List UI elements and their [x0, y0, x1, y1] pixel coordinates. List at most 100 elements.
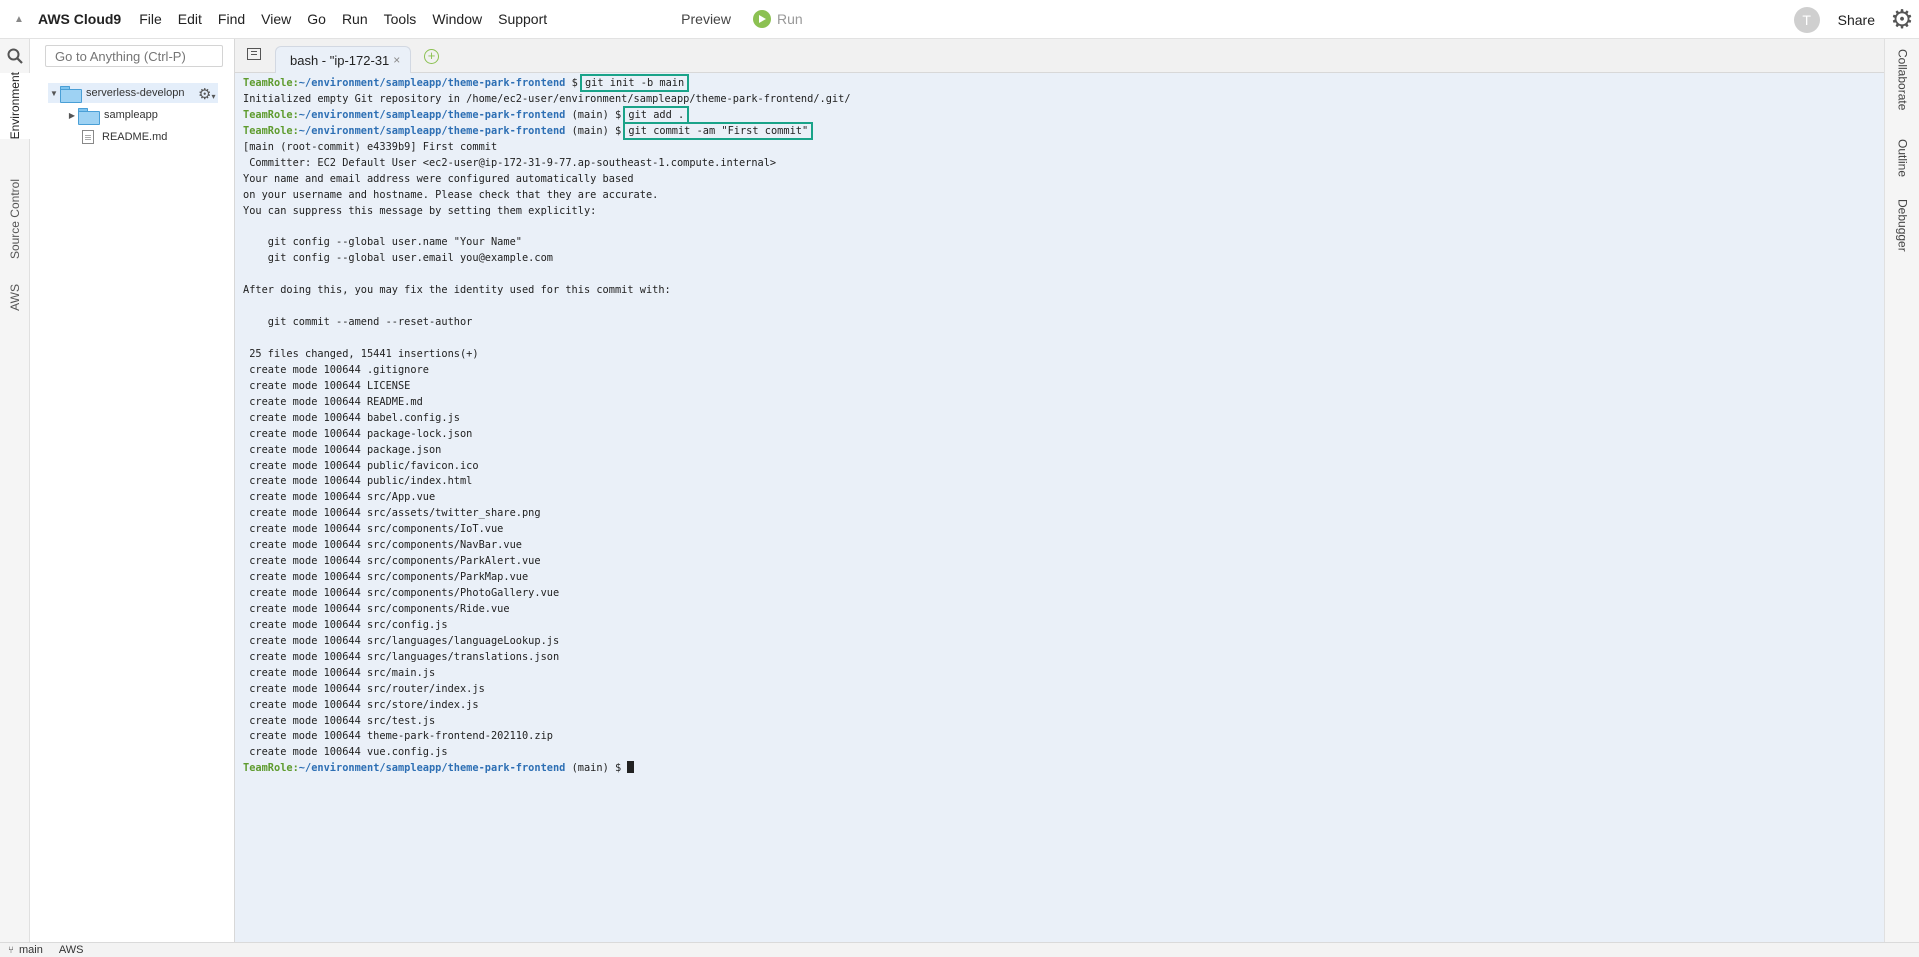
terminal-output-line: create mode 100644 vue.config.js: [243, 746, 448, 759]
avatar[interactable]: T: [1793, 6, 1820, 33]
tab-collaborate[interactable]: Collaborate: [1885, 49, 1919, 119]
tree-root-folder[interactable]: ▼ serverless-developn: [48, 83, 218, 103]
menu-run[interactable]: Run: [334, 0, 376, 39]
terminal-output-line: create mode 100644 src/store/index.js: [243, 698, 479, 711]
terminal-output-line: Committer: EC2 Default User <ec2-user@ip…: [243, 156, 777, 169]
terminal-output-line: create mode 100644 README.md: [243, 395, 423, 408]
file-tree-panel: ▼ serverless-developn ⚙▾ ▶ sampleapp REA…: [30, 39, 235, 942]
git-branch-icon: ⑂: [8, 944, 14, 956]
terminal-cursor: [627, 761, 635, 774]
toggle-panel-icon[interactable]: [247, 48, 261, 60]
collapse-menu-icon[interactable]: ▲: [0, 0, 38, 39]
terminal-output-line: create mode 100644 .gitignore: [243, 363, 429, 376]
terminal-output-line: create mode 100644 LICENSE: [243, 379, 411, 392]
tab-aws[interactable]: AWS: [0, 279, 30, 315]
terminal-prompt-line: TeamRole:~/environment/sampleapp/theme-p…: [243, 105, 1876, 124]
preferences-gear-icon[interactable]: ⚙: [1885, 0, 1919, 39]
left-side-bar: Environment Source Control AWS: [0, 39, 30, 942]
tab-environment[interactable]: Environment: [0, 72, 30, 140]
tree-item-label: sampleapp: [104, 109, 158, 121]
prompt-path: ~/environment/sampleapp/theme-park-front…: [298, 762, 566, 775]
prompt-role: TeamRole:: [243, 124, 299, 137]
terminal-output-line: create mode 100644 theme-park-frontend-2…: [243, 730, 553, 743]
terminal-output-line: create mode 100644 src/languages/transla…: [243, 650, 560, 663]
tab-aws-label: AWS: [8, 283, 22, 311]
terminal-prompt-line: TeamRole:~/environment/sampleapp/theme-p…: [243, 121, 1876, 140]
prompt-path: ~/environment/sampleapp/theme-park-front…: [298, 124, 566, 137]
terminal-output-line: create mode 100644 package-lock.json: [243, 427, 473, 440]
tab-debugger[interactable]: Debugger: [1885, 199, 1919, 259]
expand-arrow-icon[interactable]: ▼: [48, 89, 60, 98]
terminal-output-line: After doing this, you may fix the identi…: [243, 284, 671, 297]
menu-go[interactable]: Go: [299, 0, 334, 39]
menu-support[interactable]: Support: [490, 0, 555, 39]
tree-settings-gear-icon[interactable]: ⚙▾: [198, 85, 215, 103]
terminal-output-line: git config --global user.email you@examp…: [243, 252, 553, 265]
status-branch[interactable]: main: [19, 944, 43, 956]
menu-tools[interactable]: Tools: [376, 0, 425, 39]
terminal-output-line: create mode 100644 src/components/NavBar…: [243, 539, 522, 552]
tree-item-sampleapp[interactable]: ▶ sampleapp: [66, 105, 158, 125]
terminal-output-line: create mode 100644 src/components/Ride.v…: [243, 602, 510, 615]
tab-bash-terminal[interactable]: bash - "ip-172-31 ×: [275, 46, 411, 73]
tab-environment-label: Environment: [7, 72, 22, 140]
share-button[interactable]: Share: [1838, 12, 1875, 28]
file-icon: [82, 130, 94, 144]
terminal-prompt-line: TeamRole:~/environment/sampleapp/theme-p…: [243, 74, 1876, 92]
terminal-output-line: create mode 100644 src/config.js: [243, 618, 448, 631]
tab-source-control[interactable]: Source Control: [0, 173, 30, 265]
collapsed-arrow-icon[interactable]: ▶: [66, 111, 78, 120]
menu-file[interactable]: File: [131, 0, 170, 39]
tab-outline[interactable]: Outline: [1885, 139, 1919, 184]
terminal-output-line: create mode 100644 babel.config.js: [243, 411, 460, 424]
terminal-output-line: Your name and email address were configu…: [243, 172, 634, 185]
right-side-bar: Collaborate Outline Debugger: [1884, 39, 1919, 942]
status-aws[interactable]: AWS: [59, 944, 84, 956]
terminal-output-line: create mode 100644 src/main.js: [243, 666, 436, 679]
tree-root-label: serverless-developn: [86, 87, 185, 99]
prompt-branch: (main): [565, 124, 609, 137]
terminal-output[interactable]: TeamRole:~/environment/sampleapp/theme-p…: [235, 73, 1884, 942]
tab-outline-label: Outline: [1895, 139, 1910, 178]
terminal-output-line: [main (root-commit) e4339b9] First commi…: [243, 140, 498, 153]
preview-button[interactable]: Preview: [681, 11, 731, 27]
tree-item-label: README.md: [102, 131, 168, 143]
prompt-dollar: $: [608, 762, 628, 775]
terminal-output-line: create mode 100644 src/components/ParkMa…: [243, 571, 529, 584]
menu-find[interactable]: Find: [210, 0, 253, 39]
terminal-output-line: create mode 100644 src/App.vue: [243, 491, 436, 504]
tab-label: bash - "ip-172-31: [290, 52, 390, 68]
prompt-path: ~/environment/sampleapp/theme-park-front…: [298, 77, 566, 89]
menu-edit[interactable]: Edit: [170, 0, 210, 39]
terminal-output-line: create mode 100644 src/assets/twitter_sh…: [243, 507, 541, 520]
run-button[interactable]: Run: [752, 10, 803, 28]
editor-tab-bar: bash - "ip-172-31 × +: [235, 39, 1884, 73]
folder-icon: [78, 107, 100, 125]
terminal-output-line: You can suppress this message by setting…: [243, 204, 597, 217]
add-tab-plus-icon[interactable]: +: [424, 49, 439, 64]
menu-window[interactable]: Window: [424, 0, 490, 39]
go-to-anything-input[interactable]: [45, 45, 223, 67]
tree-item-readme[interactable]: README.md: [82, 127, 167, 147]
menu-view[interactable]: View: [253, 0, 299, 39]
terminal-output-line: create mode 100644 src/components/ParkAl…: [243, 555, 541, 568]
terminal-output-line: create mode 100644 src/router/index.js: [243, 682, 485, 695]
brand-title[interactable]: AWS Cloud9: [38, 11, 121, 27]
terminal-output-line: Initialized empty Git repository in /hom…: [243, 92, 851, 105]
search-icon[interactable]: [0, 39, 30, 73]
close-icon[interactable]: ×: [393, 53, 400, 67]
terminal-prompt-line: TeamRole:~/environment/sampleapp/theme-p…: [243, 761, 1876, 777]
prompt-role: TeamRole:: [243, 762, 299, 775]
tab-source-control-label: Source Control: [8, 178, 22, 260]
highlighted-command: git init -b main: [579, 74, 690, 92]
terminal-output-line: create mode 100644 src/languages/languag…: [243, 634, 560, 647]
terminal-output-line: create mode 100644 package.json: [243, 443, 442, 456]
terminal-output-line: on your username and hostname. Please ch…: [243, 188, 659, 201]
terminal-output-line: create mode 100644 src/test.js: [243, 714, 436, 727]
prompt-branch: (main): [565, 762, 609, 775]
tab-debugger-label: Debugger: [1895, 199, 1910, 252]
status-bar: ⑂ main AWS: [0, 942, 1919, 957]
prompt-path: ~/environment/sampleapp/theme-park-front…: [298, 108, 566, 121]
